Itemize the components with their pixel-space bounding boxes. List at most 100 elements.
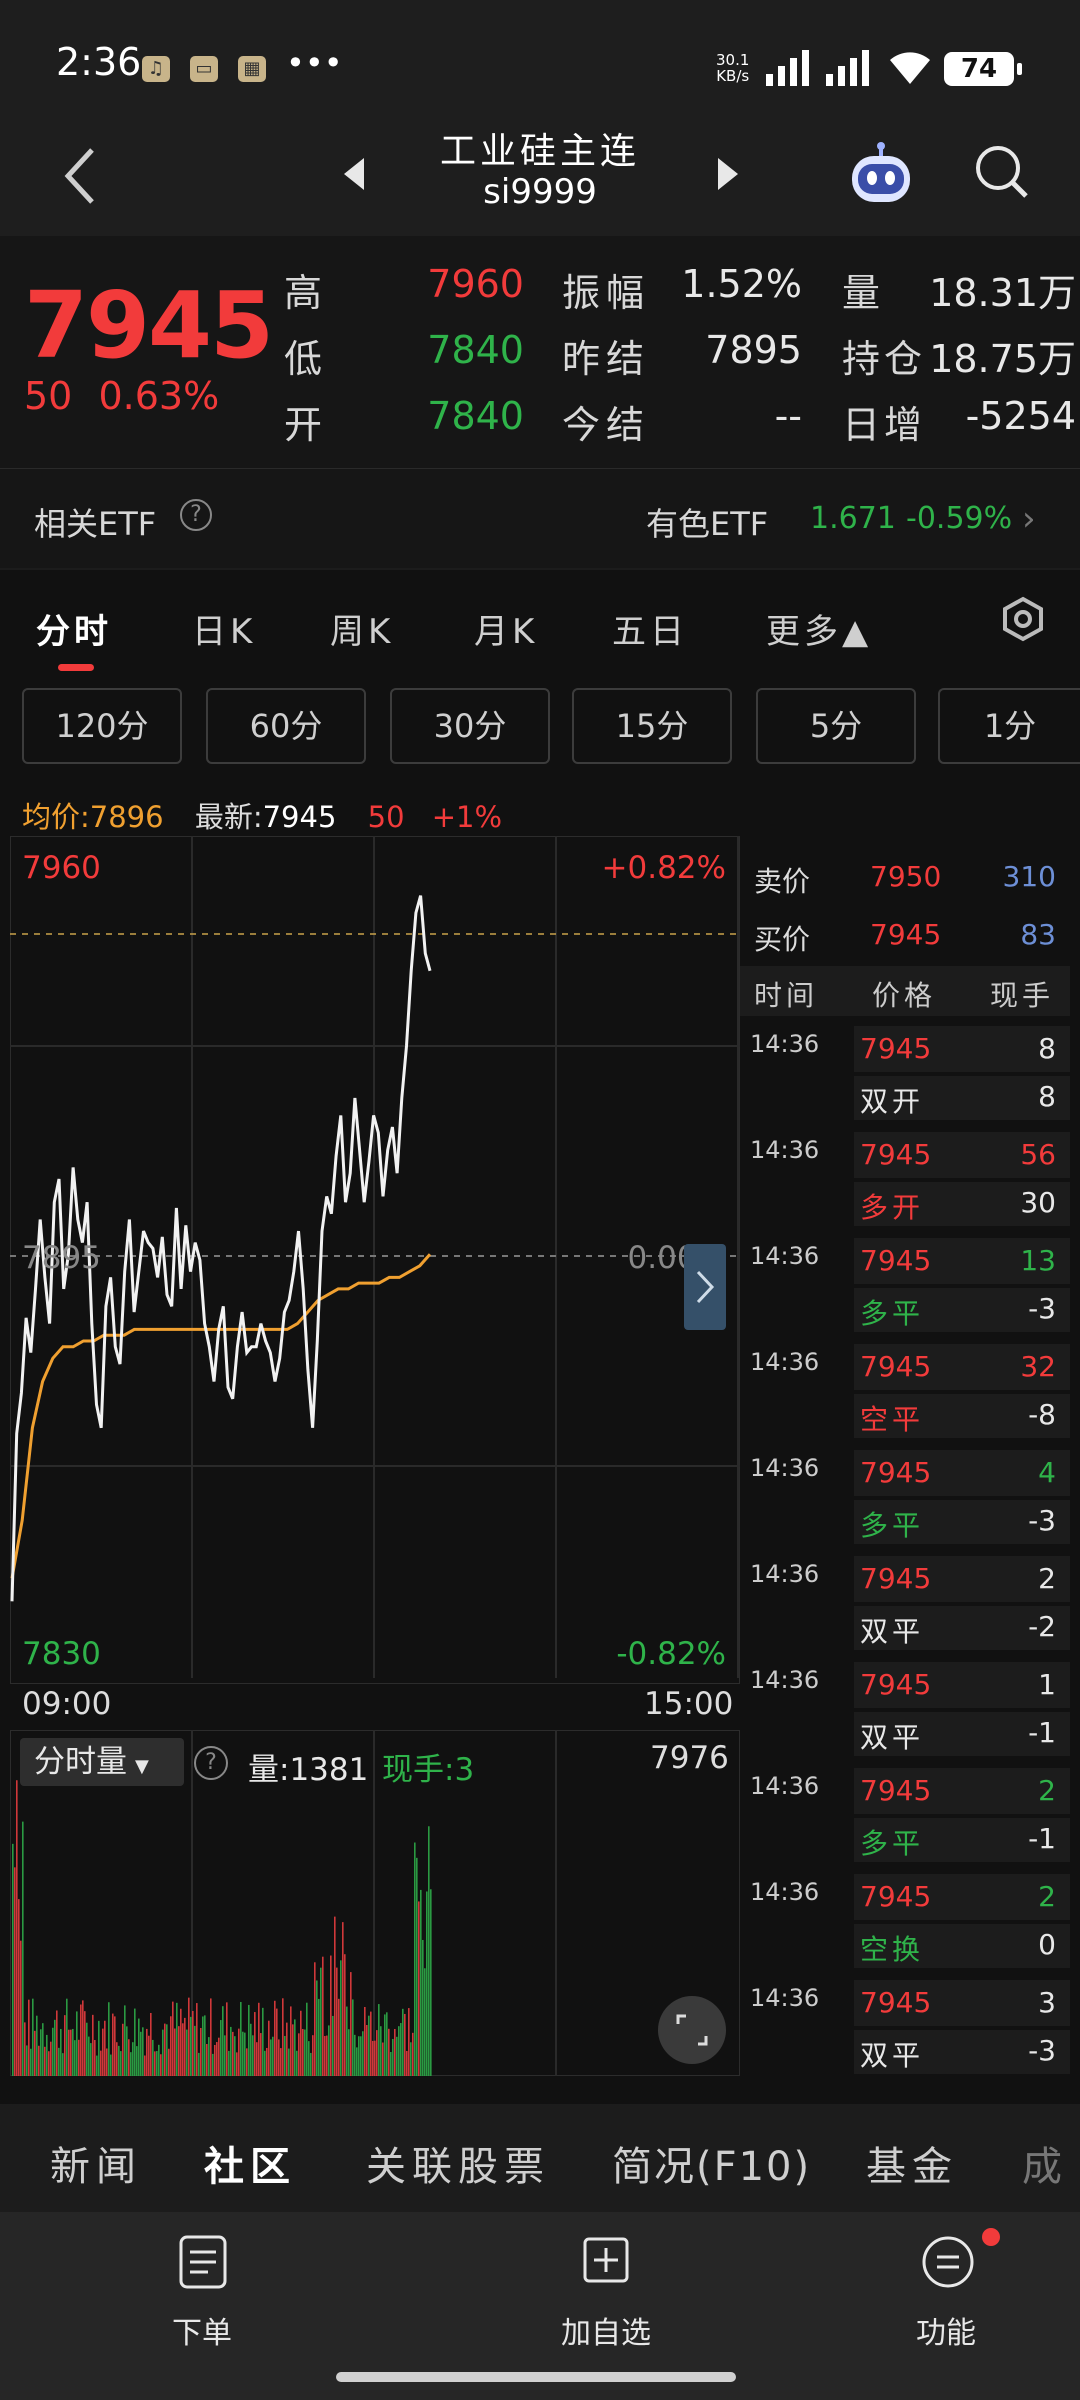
- settings-icon[interactable]: [1000, 596, 1046, 642]
- tab-fund[interactable]: 基金: [866, 2134, 958, 2192]
- volume-bar: [326, 2035, 328, 2076]
- trade-type: 空换: [860, 1933, 925, 1966]
- volume-bar: [376, 2030, 378, 2076]
- related-etf-row[interactable]: 相关ETF ? 有色ETF 1.671 -0.59% ›: [0, 468, 1080, 568]
- period-1min-button[interactable]: 1分: [938, 688, 1080, 764]
- search-icon[interactable]: [972, 142, 1032, 202]
- trade-time: 14:36: [750, 1348, 820, 1376]
- volume-bar: [394, 2028, 396, 2076]
- change-value: 50: [24, 374, 73, 418]
- volume-bar: [368, 2015, 370, 2076]
- volume-bar: [58, 2047, 60, 2076]
- volume-bar: [174, 2028, 176, 2076]
- volume-bar: [44, 2046, 46, 2076]
- volume-bar: [170, 2016, 172, 2076]
- chevron-right-icon[interactable]: ›: [1022, 499, 1036, 539]
- trade-panel: 卖价 7950 310 买价 7945 83 时间 价格 现手 14:36 794…: [740, 836, 1070, 2076]
- ask-label: 卖价: [754, 865, 811, 898]
- trade-price: 7945: [860, 1456, 932, 1489]
- period-120min-button[interactable]: 120分: [22, 688, 182, 764]
- period-15min-button[interactable]: 15分: [572, 688, 732, 764]
- battery-icon: 74: [944, 52, 1022, 86]
- period-5min-button[interactable]: 5分: [756, 688, 916, 764]
- volume-bar: [228, 2050, 230, 2076]
- tab-monthly-k[interactable]: 月K: [474, 604, 538, 653]
- volume-bar: [422, 1939, 424, 2076]
- volume-bar: [56, 2010, 58, 2076]
- volume-bar: [106, 2048, 108, 2076]
- tab-more[interactable]: 更多▲: [766, 604, 872, 653]
- period-60min-button[interactable]: 60分: [206, 688, 366, 764]
- trade-time: 14:36: [750, 1666, 820, 1694]
- volume-bar: [214, 2044, 216, 2076]
- tab-five-day[interactable]: 五日: [612, 604, 688, 653]
- volume-bar: [62, 2053, 64, 2076]
- place-order-button[interactable]: 下单: [102, 2212, 302, 2392]
- intraday-chart[interactable]: 7960 +0.82% 7895 0.00% 7830 -0.82%: [10, 836, 740, 1684]
- fullscreen-button[interactable]: [658, 1996, 726, 2064]
- low-value: 7840: [427, 328, 524, 372]
- trade-row: 14:36 7945 1 双平 -1: [740, 1662, 1070, 1762]
- volume-bar: [250, 2023, 252, 2076]
- volume-bar: [362, 2031, 364, 2076]
- help-icon[interactable]: ?: [180, 499, 212, 531]
- volume-bar: [34, 2030, 36, 2076]
- volume-bar: [90, 2043, 92, 2076]
- tab-community[interactable]: 社区: [204, 2134, 296, 2192]
- volume-value: 18.31万: [929, 271, 1076, 315]
- add-watchlist-label: 加自选: [561, 2316, 651, 2351]
- volume-bar: [402, 2008, 404, 2076]
- settle-value: --: [774, 394, 802, 438]
- volume-bar: [32, 1998, 34, 2076]
- trade-time: 14:36: [750, 1136, 820, 1164]
- tab-overview[interactable]: 简况(F10): [612, 2134, 811, 2192]
- help-icon[interactable]: ?: [194, 1746, 228, 1780]
- tab-components[interactable]: 成: [1022, 2134, 1068, 2192]
- tab-related-stocks[interactable]: 关联股票: [366, 2134, 550, 2192]
- volume-bar: [306, 2002, 308, 2076]
- volume-bar: [396, 2036, 398, 2076]
- volume-type-dropdown[interactable]: 分时量 ▼: [20, 1738, 184, 1786]
- tab-daily-k[interactable]: 日K: [192, 604, 256, 653]
- volume-bar: [302, 2029, 304, 2076]
- volume-bar: [364, 2006, 366, 2076]
- tab-news[interactable]: 新闻: [50, 2134, 142, 2192]
- open-interest-value: 18.75万: [929, 337, 1076, 381]
- volume-bar: [96, 2055, 98, 2076]
- trade-qty: 4: [1038, 1456, 1056, 1489]
- time-end: 15:00: [644, 1686, 734, 1722]
- collapse-panel-handle[interactable]: [684, 1244, 726, 1330]
- trade-price: 7945: [860, 1668, 932, 1701]
- trade-row: 14:36 7945 8 双开 8: [740, 1026, 1070, 1126]
- trade-row: 14:36 7945 2 双平 -2: [740, 1556, 1070, 1656]
- tab-underline: [58, 664, 94, 671]
- volume-bar: [370, 2011, 372, 2076]
- volume-bar: [420, 1889, 422, 2076]
- add-watchlist-button[interactable]: 加自选: [506, 2212, 706, 2392]
- trade-type: 多平: [860, 1509, 925, 1542]
- volume-bar: [128, 2039, 130, 2076]
- volume-bar: [216, 2042, 218, 2076]
- tab-intraday[interactable]: 分时: [36, 604, 112, 653]
- period-30min-button[interactable]: 30分: [390, 688, 550, 764]
- volume-bar: [116, 2042, 118, 2076]
- functions-button[interactable]: 功能: [846, 2212, 1046, 2392]
- volume-bar: [328, 2025, 330, 2076]
- place-order-label: 下单: [172, 2316, 232, 2351]
- ai-assistant-icon[interactable]: [846, 138, 916, 208]
- trade-time: 14:36: [750, 1030, 820, 1058]
- home-indicator[interactable]: [336, 2372, 736, 2382]
- trade-price: 7945: [860, 1350, 932, 1383]
- volume-bar: [88, 2036, 90, 2076]
- volume-bar: [146, 2028, 148, 2076]
- tab-weekly-k[interactable]: 周K: [330, 604, 394, 653]
- volume-bar: [382, 2042, 384, 2076]
- volume-bar: [26, 2045, 28, 2076]
- volume-bar: [220, 2020, 222, 2076]
- volume-bar: [298, 2033, 300, 2076]
- volume-bar: [52, 2027, 54, 2076]
- volume-bar: [200, 2027, 202, 2076]
- volume-bar: [160, 2054, 162, 2076]
- next-contract-icon[interactable]: [714, 154, 742, 194]
- volume-bar: [132, 2042, 134, 2076]
